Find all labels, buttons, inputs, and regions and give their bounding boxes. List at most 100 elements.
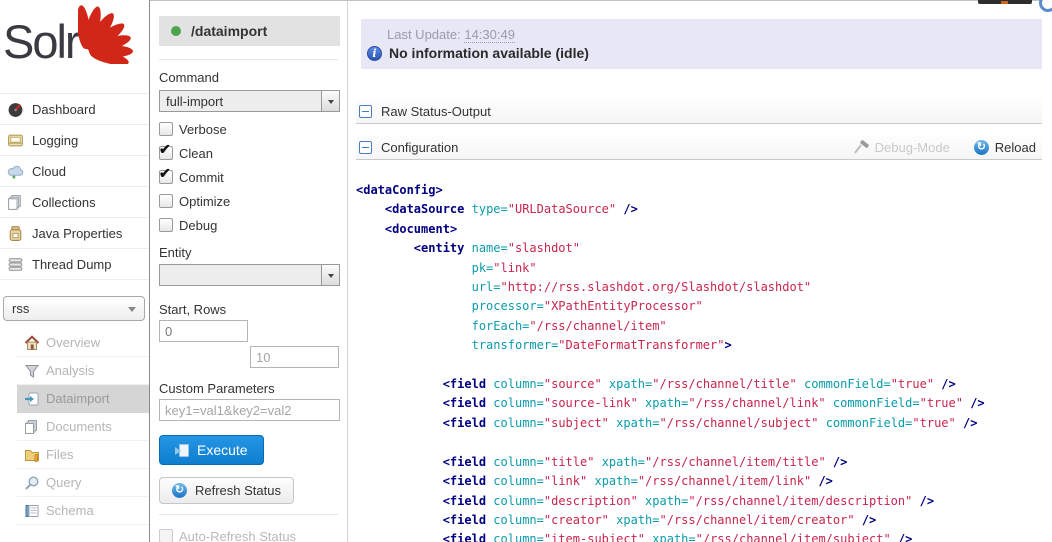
auto-refresh-row[interactable]: Auto-Refresh Status [159,529,347,542]
folder-icon [24,447,40,463]
sidebar-item-cloud[interactable]: Cloud [0,156,149,187]
core-item-label: Documents [46,419,112,434]
core-sub-nav: Overview Analysis Dataimport Documents [17,329,149,525]
sidebar-item-label: Logging [32,133,78,148]
main-nav: Dashboard Logging Cloud Collections [0,93,149,280]
book-icon [24,503,40,519]
core-item-overview[interactable]: Overview [17,329,149,357]
form-divider [159,59,338,60]
core-item-documents[interactable]: Documents [17,413,149,441]
sidebar-item-label: Collections [32,195,96,210]
start-input[interactable] [159,320,248,342]
thread-dump-icon [7,256,24,273]
verbose-checkbox[interactable] [159,122,173,136]
execute-button-label: Execute [197,442,248,458]
refresh-status-button[interactable]: Refresh Status [159,477,294,504]
core-item-files[interactable]: Files [17,441,149,469]
sidebar-item-label: Java Properties [32,226,122,241]
sidebar: Solr Dashboard [0,0,150,542]
sidebar-item-thread-dump[interactable]: Thread Dump [0,249,149,280]
hammer-icon [854,141,869,155]
optimize-checkbox-row[interactable]: Optimize [159,194,347,208]
core-item-label: Analysis [46,363,94,378]
core-item-schema[interactable]: Schema [17,497,149,525]
collections-icon [7,194,24,211]
solr-logo[interactable]: Solr [0,0,149,88]
refresh-button-label: Refresh Status [195,483,281,498]
checkbox-label: Clean [179,146,213,161]
handler-name: /dataimport [191,23,267,39]
command-select-value: full-import [160,94,321,109]
entity-label: Entity [159,245,347,260]
select-arrow-icon [321,265,339,285]
collapse-icon[interactable] [359,141,372,154]
last-update-label: Last Update: [387,27,461,42]
form-divider [159,514,338,515]
main-area: /dataimport Command full-import Verbose … [150,0,1052,542]
sidebar-item-collections[interactable]: Collections [0,187,149,218]
documents-icon [24,419,40,435]
solr-admin-app: Solr Dashboard [0,0,1052,542]
raw-status-output-header[interactable]: Raw Status-Output [356,100,1042,124]
auto-refresh-checkbox[interactable] [159,529,173,542]
core-item-label: Query [46,475,81,490]
configuration-header[interactable]: Configuration Debug-Mode Reload [356,136,1042,160]
debug-mode-label: Debug-Mode [875,140,950,155]
import-icon [24,391,40,407]
reload-label: Reload [995,140,1036,155]
debug-mode-button[interactable]: Debug-Mode [854,140,950,155]
debug-checkbox[interactable] [159,218,173,232]
optimize-checkbox[interactable] [159,194,173,208]
status-dot-icon [171,26,181,36]
checkbox-label: Commit [179,170,224,185]
start-rows-label: Start, Rows [159,302,347,317]
verbose-checkbox-row[interactable]: Verbose [159,122,347,136]
magnifier-icon [24,475,40,491]
dataimport-form: /dataimport Command full-import Verbose … [150,1,348,542]
core-item-query[interactable]: Query [17,469,149,497]
core-selector[interactable]: rss [3,296,145,321]
sidebar-item-java-properties[interactable]: Java Properties [0,218,149,249]
info-icon [367,46,382,61]
custom-parameters-input[interactable] [159,399,340,421]
core-item-dataimport[interactable]: Dataimport [17,385,149,413]
core-item-label: Overview [46,335,100,350]
command-select[interactable]: full-import [159,90,340,112]
clean-checkbox-row[interactable]: Clean [159,146,347,160]
entity-select[interactable] [159,264,340,286]
commit-checkbox[interactable] [159,170,173,184]
core-item-label: Schema [46,503,94,518]
select-arrow-icon [321,91,339,111]
auto-refresh-label: Auto-Refresh Status [179,529,296,542]
cloud-icon [7,163,24,180]
sidebar-item-label: Cloud [32,164,66,179]
clean-checkbox[interactable] [159,146,173,160]
checkbox-label: Verbose [179,122,227,137]
collapse-icon[interactable] [359,105,372,118]
sidebar-item-label: Dashboard [32,102,96,117]
configuration-label: Configuration [381,140,458,155]
funnel-icon [24,363,40,379]
status-message: No information available (idle) [389,45,589,61]
checkbox-label: Optimize [179,194,230,209]
sidebar-item-dashboard[interactable]: Dashboard [0,94,149,125]
execute-icon [175,444,189,457]
last-update: Last Update: 14:30:49 [367,27,1042,42]
dashboard-icon [7,101,24,118]
debug-checkbox-row[interactable]: Debug [159,218,347,232]
checkbox-label: Debug [179,218,217,233]
sidebar-item-logging[interactable]: Logging [0,125,149,156]
execute-button[interactable]: Execute [159,435,264,465]
command-label: Command [159,70,347,85]
rows-input[interactable] [250,346,339,368]
refresh-icon [172,483,187,498]
core-item-analysis[interactable]: Analysis [17,357,149,385]
reload-icon [974,140,989,155]
custom-parameters-label: Custom Parameters [159,381,347,396]
raw-status-output-label: Raw Status-Output [381,104,491,119]
browser-artifact-favicon [1001,1,1008,4]
status-info-box: Last Update: 14:30:49 No information ava… [361,19,1042,69]
reload-button[interactable]: Reload [974,140,1036,155]
commit-checkbox-row[interactable]: Commit [159,170,347,184]
core-item-label: Files [46,447,73,462]
